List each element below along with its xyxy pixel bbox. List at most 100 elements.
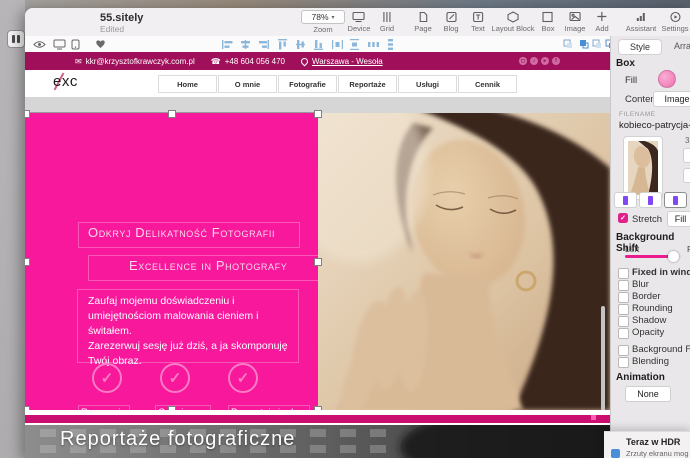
distribute-v-icon[interactable] <box>350 38 359 50</box>
nav-item-uslugi[interactable]: Usługi <box>398 75 457 93</box>
nav-item-cennik[interactable]: Cennik <box>458 75 517 93</box>
site-logo[interactable]: exc <box>53 73 78 90</box>
distribute-h-icon[interactable] <box>332 38 343 50</box>
app-window: 55.sitely Edited 78% ▾ Zoom Device G <box>25 8 690 458</box>
slider-knob[interactable] <box>668 251 679 262</box>
fill-color-swatch[interactable] <box>658 70 676 88</box>
device-icon <box>348 10 371 23</box>
image-position-left-button[interactable] <box>614 192 637 208</box>
nav-item-o-mnie[interactable]: O mnie <box>218 75 277 93</box>
animation-dropdown[interactable]: None <box>625 386 671 402</box>
send-backward-icon[interactable] <box>563 38 573 50</box>
nav-item-home[interactable]: Home <box>158 75 217 93</box>
canvas-scrollbar[interactable] <box>601 306 605 418</box>
rounding-checkbox[interactable] <box>618 304 629 315</box>
hero-heading-2[interactable]: Excellence in Photografy <box>88 255 329 281</box>
box-button[interactable]: Box <box>542 10 555 33</box>
window-switcher-button[interactable] <box>7 30 25 48</box>
image-position-center-button[interactable] <box>639 192 662 208</box>
fill-label: Fill <box>625 75 637 86</box>
location-link[interactable]: Warszawa - Wesoła <box>312 57 383 66</box>
blending-checkbox[interactable] <box>618 357 629 368</box>
document-status: Edited <box>100 24 124 34</box>
contact-phone[interactable]: ☎ +48 604 056 470 <box>211 57 285 66</box>
site-menu: Home O mnie Fotografie Reportaże Usługi … <box>158 75 518 93</box>
selection-handle[interactable] <box>168 110 176 118</box>
text-icon <box>471 10 485 23</box>
align-top-icon[interactable] <box>278 38 287 50</box>
page-button[interactable]: Page <box>414 10 432 33</box>
image-button[interactable]: Image <box>565 10 586 33</box>
instagram-icon[interactable]: ◻ <box>519 57 527 65</box>
preview-eye-icon[interactable] <box>33 38 46 50</box>
contact-email[interactable]: ✉ kkr@krzysztofkrawczyk.com.pl <box>75 57 195 66</box>
align-center-h-icon[interactable] <box>240 38 251 50</box>
assistant-button[interactable]: Assistant <box>626 10 656 33</box>
selection-handle[interactable] <box>25 110 30 118</box>
favorites-heart-icon[interactable] <box>95 38 106 50</box>
opacity-checkbox[interactable] <box>618 328 629 339</box>
grid-button[interactable]: Grid <box>380 10 394 33</box>
content-dropdown[interactable]: Image <box>653 91 690 107</box>
zoom-dropdown[interactable]: 78% ▾ <box>301 10 345 24</box>
blur-checkbox[interactable] <box>618 280 629 291</box>
hero-paragraph[interactable]: Zaufaj mojemu doświadczeniu i umiejętnoś… <box>77 289 299 363</box>
align-left-icon[interactable] <box>222 38 233 50</box>
background-shift-slider[interactable] <box>625 255 681 258</box>
selection-handle[interactable] <box>314 110 322 118</box>
send-to-back-icon[interactable] <box>592 38 602 50</box>
zoom-control[interactable]: 78% ▾ Zoom <box>301 10 345 34</box>
desktop-left-strip <box>0 0 25 458</box>
hero-paragraph-line1: Zaufaj mojemu doświadczeniu i umiejętnoś… <box>88 294 298 339</box>
selection-handle[interactable] <box>314 258 322 266</box>
bring-forward-icon[interactable] <box>579 38 589 50</box>
checkmark-circle-icon[interactable]: ✓ <box>228 363 258 393</box>
mobile-preview-icon[interactable] <box>71 38 80 50</box>
tab-style[interactable]: Style <box>618 39 662 55</box>
hero-heading-1[interactable]: Odkryj Delikatność Fotografii <box>78 222 300 248</box>
device-button[interactable]: Device <box>348 10 371 33</box>
shadow-checkbox[interactable] <box>618 316 629 327</box>
image-position-right-button[interactable] <box>664 192 687 208</box>
border-checkbox[interactable] <box>618 292 629 303</box>
checkmark-circle-icon[interactable]: ✓ <box>160 363 190 393</box>
hero-box[interactable]: Odkryj Delikatność Fotografii Excellence… <box>25 113 318 410</box>
align-right-icon[interactable] <box>258 38 269 50</box>
hero-portrait-photo[interactable] <box>318 113 610 410</box>
image-action-button[interactable]: F <box>683 148 690 163</box>
nav-item-fotografie[interactable]: Fotografie <box>278 75 337 93</box>
fixed-in-window-checkbox[interactable] <box>618 268 629 279</box>
layout-block-button[interactable]: Layout Block <box>492 10 535 33</box>
add-icon <box>595 10 608 23</box>
add-button[interactable]: Add <box>595 10 608 33</box>
desktop-preview-icon[interactable] <box>53 38 66 50</box>
facebook-icon[interactable]: f <box>552 57 560 65</box>
editor-canvas[interactable]: ✉ kkr@krzysztofkrawczyk.com.pl ☎ +48 604… <box>25 52 610 458</box>
stretch-mode-dropdown[interactable]: Fill <box>667 211 690 227</box>
contact-location[interactable]: Warszawa - Wesoła <box>301 57 383 66</box>
stretch-label: Stretch <box>632 214 662 225</box>
divider-handle[interactable] <box>591 415 596 420</box>
assistant-icon <box>626 10 656 23</box>
tiktok-icon[interactable]: ♪ <box>530 57 538 65</box>
settings-button[interactable]: Settings <box>661 10 688 33</box>
image-action-button-2[interactable] <box>683 168 690 183</box>
space-h-icon[interactable] <box>368 38 379 50</box>
align-bottom-icon[interactable] <box>314 38 323 50</box>
selection-handle[interactable] <box>25 258 30 266</box>
blog-button[interactable]: Blog <box>443 10 458 33</box>
background-filters-checkbox[interactable] <box>618 345 629 356</box>
youtube-icon[interactable]: ▸ <box>541 57 549 65</box>
phone-icon: ☎ <box>211 57 221 66</box>
reportage-title[interactable]: Reportaże fotograficzne <box>60 428 295 451</box>
align-middle-icon[interactable] <box>296 38 305 50</box>
checkmark-circle-icon[interactable]: ✓ <box>92 363 122 393</box>
text-button[interactable]: Text <box>471 10 485 33</box>
space-v-icon[interactable] <box>386 38 395 50</box>
hdr-notification[interactable]: Teraz w HDR Zrzuty ekranu mog <box>604 431 690 458</box>
image-thumbnail[interactable] <box>623 136 663 200</box>
tab-arrange[interactable]: Arrange <box>674 41 690 51</box>
stretch-checkbox[interactable]: ✓ <box>618 213 628 223</box>
nav-item-reportaze[interactable]: Reportaże <box>338 75 397 93</box>
phone-text: +48 604 056 470 <box>225 57 285 66</box>
